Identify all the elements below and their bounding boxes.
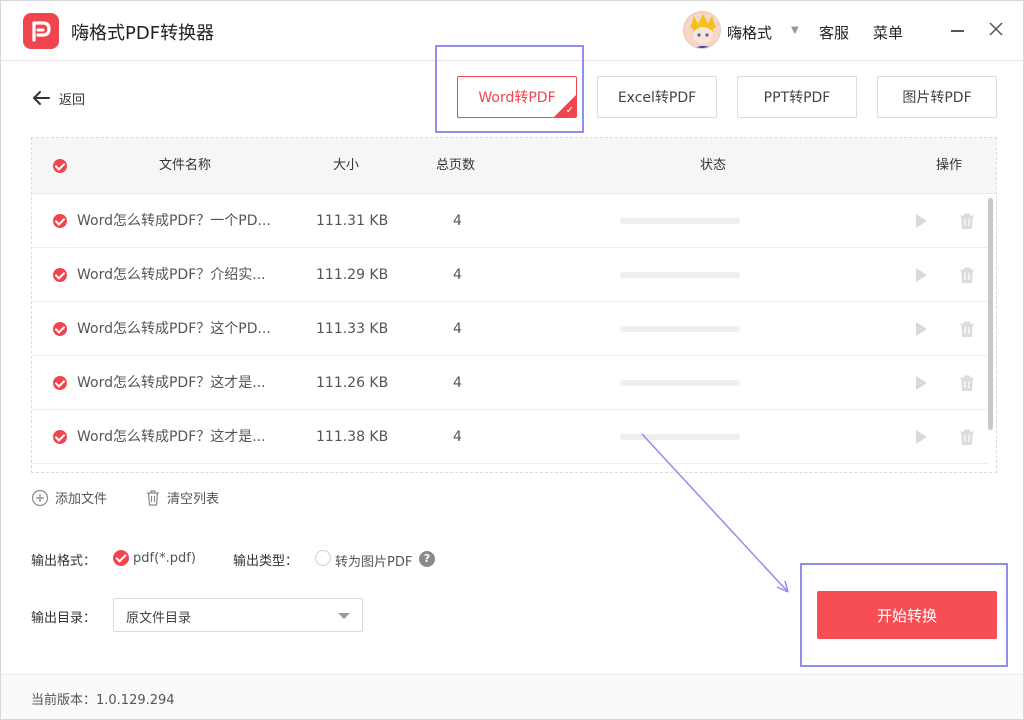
annotation-arrow-icon xyxy=(641,433,789,593)
